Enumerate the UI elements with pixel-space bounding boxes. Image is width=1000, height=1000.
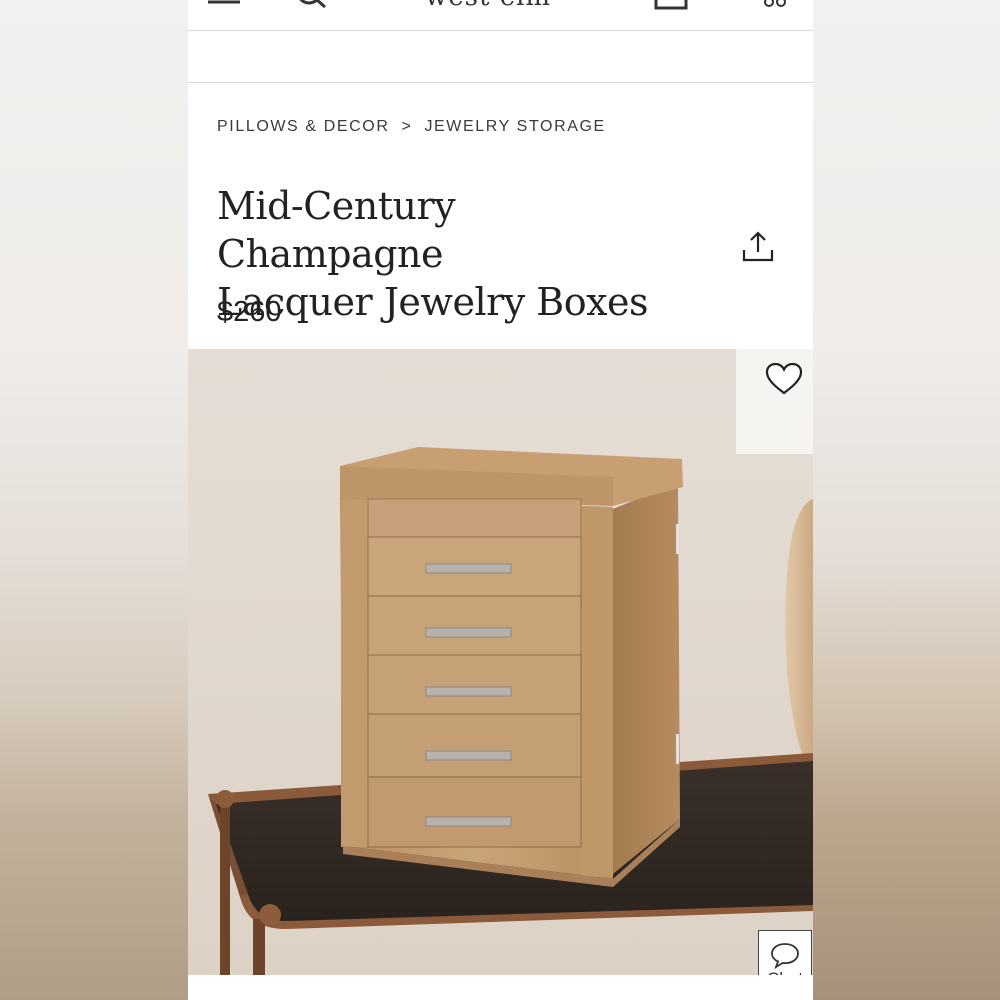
menu-icon[interactable]	[206, 0, 242, 20]
product-price: $260	[217, 296, 282, 328]
background-left	[0, 0, 188, 1000]
product-page: west elm PILLOWS & DECOR > JEWELRY STORA…	[188, 0, 813, 1000]
top-nav-bar: west elm	[188, 0, 813, 31]
bottom-area	[188, 975, 813, 1000]
product-image[interactable]	[188, 349, 813, 975]
cart-icon[interactable]	[651, 0, 691, 20]
breadcrumb-item-jewelry-storage[interactable]: JEWELRY STORAGE	[424, 118, 605, 136]
product-title: Mid-Century Champagne Lacquer Jewelry Bo…	[217, 182, 687, 326]
breadcrumb: PILLOWS & DECOR > JEWELRY STORAGE	[217, 118, 606, 136]
product-title-line1: Mid-Century Champagne	[217, 184, 456, 276]
background-right	[813, 0, 1000, 1000]
search-icon[interactable]	[293, 0, 329, 20]
product-title-line2: Lacquer Jewelry Boxes	[217, 280, 649, 324]
product-photo-illustration	[188, 349, 813, 975]
chat-bubble-icon	[771, 943, 799, 969]
heart-icon[interactable]	[765, 362, 803, 396]
share-icon[interactable]	[741, 230, 775, 264]
breadcrumb-separator: >	[401, 118, 413, 135]
breadcrumb-item-pillows-decor[interactable]: PILLOWS & DECOR	[217, 118, 389, 136]
promo-banner	[188, 31, 813, 83]
brand-logo[interactable]: west elm	[425, 0, 551, 12]
account-icon[interactable]	[760, 0, 790, 20]
